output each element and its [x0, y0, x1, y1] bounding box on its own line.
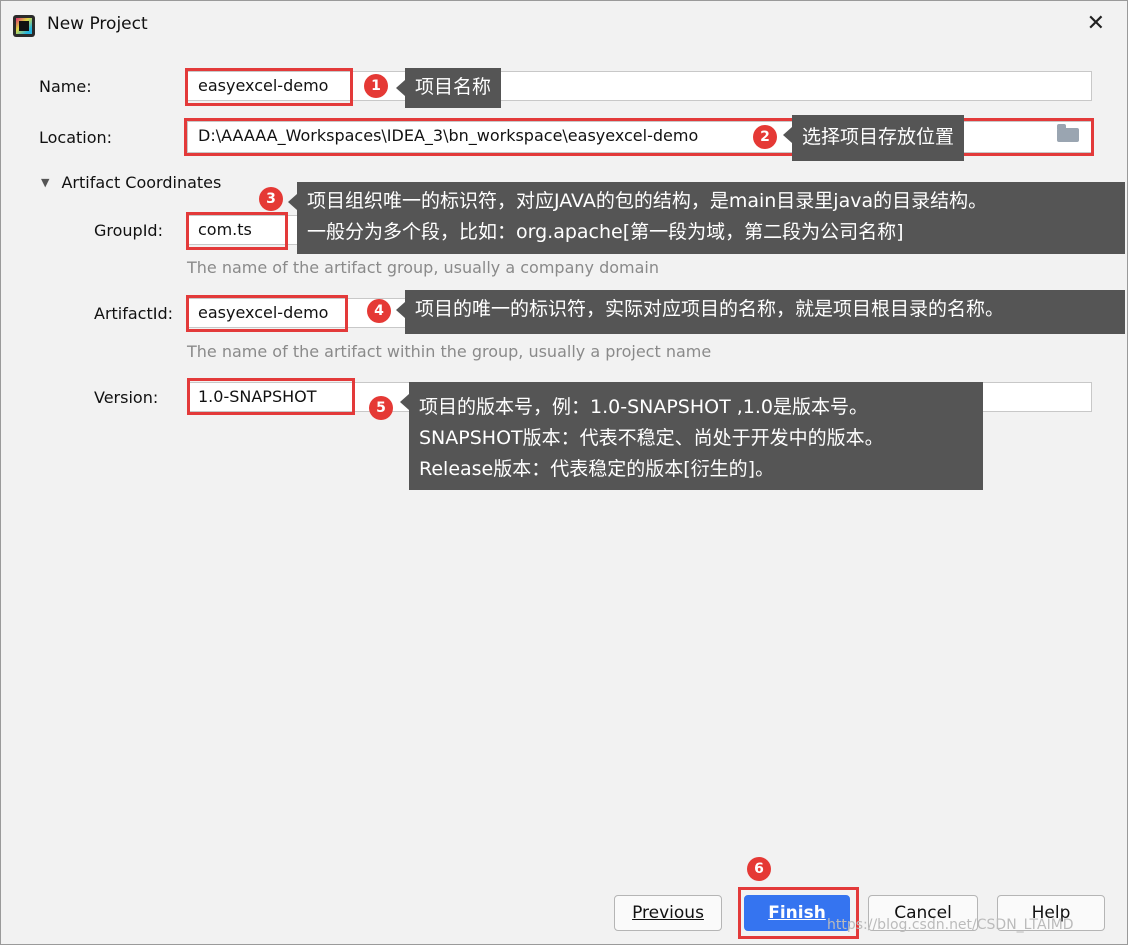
previous-label: Previous: [632, 903, 704, 923]
annotation-3-line: 项目组织唯一的标识符，对应JAVA的包的结构，是main目录里java的目录结构…: [307, 190, 988, 212]
highlight-groupid: [186, 212, 288, 250]
highlight-artifactid: [186, 295, 348, 332]
highlight-name: [185, 68, 353, 106]
highlight-version: [187, 378, 355, 415]
annotation-badge-4: 4: [367, 299, 391, 323]
annotation-4-line: 项目的唯一的标识符，实际对应项目的名称，就是项目根目录的名称。: [415, 298, 1005, 320]
name-label: Name:: [39, 77, 92, 96]
annotation-5-line: 项目的版本号，例：1.0-SNAPSHOT ,1.0是版本号。: [419, 396, 869, 418]
annotation-badge-6: 6: [747, 857, 771, 881]
annotation-badge-2: 2: [753, 125, 777, 149]
annotation-badge-1: 1: [364, 74, 388, 98]
artifactid-hint: The name of the artifact within the grou…: [187, 342, 712, 361]
annotation-tooltip-1: 项目名称: [395, 68, 502, 108]
title-bar: New Project ✕: [1, 1, 1127, 49]
dialog-title: New Project: [47, 14, 148, 34]
version-label: Version:: [94, 388, 159, 407]
annotation-tooltip-4: 项目的唯一的标识符，实际对应项目的名称，就是项目根目录的名称。: [396, 290, 1125, 334]
groupid-hint: The name of the artifact group, usually …: [187, 258, 659, 277]
annotation-badge-5: 5: [369, 396, 393, 420]
triangle-down-icon[interactable]: ▼: [41, 176, 49, 189]
annotation-tooltip-2: 选择项目存放位置: [782, 115, 965, 161]
annotation-badge-3: 3: [259, 187, 283, 211]
artifact-coordinates-section[interactable]: ▼ Artifact Coordinates: [41, 173, 221, 192]
new-project-dialog: New Project ✕ Name: easyexcel-demo 1 项目名…: [0, 0, 1128, 945]
folder-icon[interactable]: [1057, 124, 1079, 142]
close-icon[interactable]: ✕: [1087, 11, 1105, 36]
annotation-5-line: SNAPSHOT版本：代表不稳定、尚处于开发中的版本。: [419, 427, 884, 449]
groupid-label: GroupId:: [94, 221, 163, 240]
annotation-tooltip-3: 项目组织唯一的标识符，对应JAVA的包的结构，是main目录里java的目录结构…: [288, 182, 1125, 254]
watermark: https://blog.csdn.net/CSDN_LTAIMD: [827, 917, 1074, 933]
location-label: Location:: [39, 128, 113, 147]
annotation-5-line: Release版本：代表稳定的版本[衍生的]。: [419, 458, 775, 480]
annotation-tooltip-5: 项目的版本号，例：1.0-SNAPSHOT ,1.0是版本号。 SNAPSHOT…: [400, 382, 983, 490]
annotation-1-line: 项目名称: [415, 76, 492, 98]
section-label: Artifact Coordinates: [61, 173, 222, 192]
intellij-app-icon: [13, 15, 35, 37]
previous-button[interactable]: Previous: [614, 895, 722, 931]
artifactid-label: ArtifactId:: [94, 304, 174, 323]
annotation-2-line: 选择项目存放位置: [802, 126, 955, 148]
annotation-3-line: 一般分为多个段，比如：org.apache[第一段为域，第二段为公司名称]: [307, 221, 904, 243]
